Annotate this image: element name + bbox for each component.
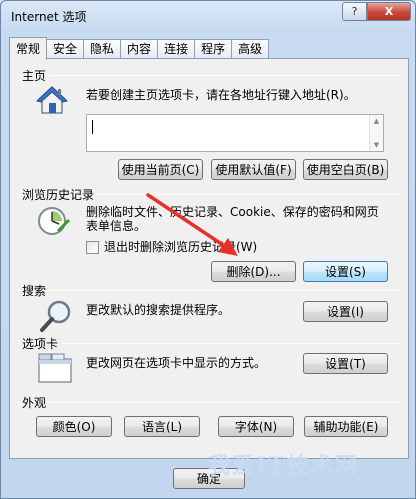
use-default-button[interactable]: 使用默认值(F) (211, 159, 296, 180)
colors-button[interactable]: 颜色(O) (36, 416, 112, 437)
use-current-button[interactable]: 使用当前页(C) (118, 159, 203, 180)
magnifier-icon (40, 299, 74, 336)
tabs-divider (18, 343, 400, 344)
history-settings-button[interactable]: 设置(S) (303, 261, 388, 282)
tab-strip: 常规 安全 隐私 内容 连接 程序 高级 (9, 37, 270, 60)
accessibility-button[interactable]: 辅助功能(E) (304, 416, 388, 437)
delete-on-exit-label[interactable]: 退出时删除浏览历史记录(W) (104, 240, 257, 255)
tabs-description: 更改网页在选项卡中显示的方式。 (86, 356, 267, 370)
delete-history-button[interactable]: 删除(D)... (211, 261, 296, 282)
fonts-button[interactable]: 字体(N) (218, 416, 294, 437)
search-section-title: 搜索 (22, 282, 51, 299)
tabs-section-title: 选项卡 (22, 335, 63, 352)
search-settings-button[interactable]: 设置(I) (303, 301, 388, 322)
tabbed-window-icon (38, 353, 72, 386)
homepage-divider (18, 75, 400, 76)
history-description-line2: 表单信息。 (86, 219, 147, 233)
languages-button[interactable]: 语言(L) (124, 416, 200, 437)
dialog-window: Internet 选项 ? X 常规 安全 隐私 内容 连接 程序 高级 主页 … (0, 0, 416, 499)
use-blank-button[interactable]: 使用空白页(B) (303, 159, 388, 180)
window-title: Internet 选项 (11, 10, 87, 24)
tab-security[interactable]: 安全 (46, 39, 85, 59)
title-bar: Internet 选项 ? X (1, 1, 416, 33)
tab-general[interactable]: 常规 (9, 37, 48, 60)
tab-privacy[interactable]: 隐私 (83, 39, 122, 59)
delete-on-exit-checkbox[interactable] (86, 241, 99, 254)
scroll-down-icon[interactable]: ▼ (370, 141, 383, 149)
appearance-section-title: 外观 (22, 394, 51, 411)
url-scrollbar[interactable]: ▲ ▼ (369, 115, 383, 151)
appearance-divider (18, 402, 400, 403)
help-button[interactable]: ? (342, 2, 367, 21)
house-icon (35, 85, 69, 118)
watermark-text: 我爱IT技术网 (208, 453, 359, 479)
close-button[interactable]: X (367, 2, 411, 21)
tabs-settings-button[interactable]: 设置(T) (303, 353, 388, 374)
general-panel: 主页 若要创建主页选项卡，请在各地址行键入地址(R)。 ▲ ▼ 使用当前页(C)… (9, 58, 409, 459)
homepage-section-title: 主页 (22, 67, 51, 84)
clock-icon (36, 205, 72, 242)
homepage-description: 若要创建主页选项卡，请在各地址行键入地址(R)。 (86, 88, 356, 102)
history-description-line1: 删除临时文件、历史记录、Cookie、保存的密码和网页 (86, 205, 379, 219)
scroll-up-icon[interactable]: ▲ (370, 117, 383, 125)
search-description: 更改默认的搜索提供程序。 (86, 303, 231, 317)
tab-connections[interactable]: 连接 (157, 39, 196, 59)
search-divider (18, 290, 400, 291)
history-section-title: 浏览历史记录 (22, 186, 99, 203)
homepage-url-input[interactable]: ▲ ▼ (86, 114, 384, 152)
tab-programs[interactable]: 程序 (194, 39, 233, 59)
tab-advanced[interactable]: 高级 (231, 39, 270, 59)
text-caret (92, 120, 93, 134)
tab-content[interactable]: 内容 (120, 39, 159, 59)
